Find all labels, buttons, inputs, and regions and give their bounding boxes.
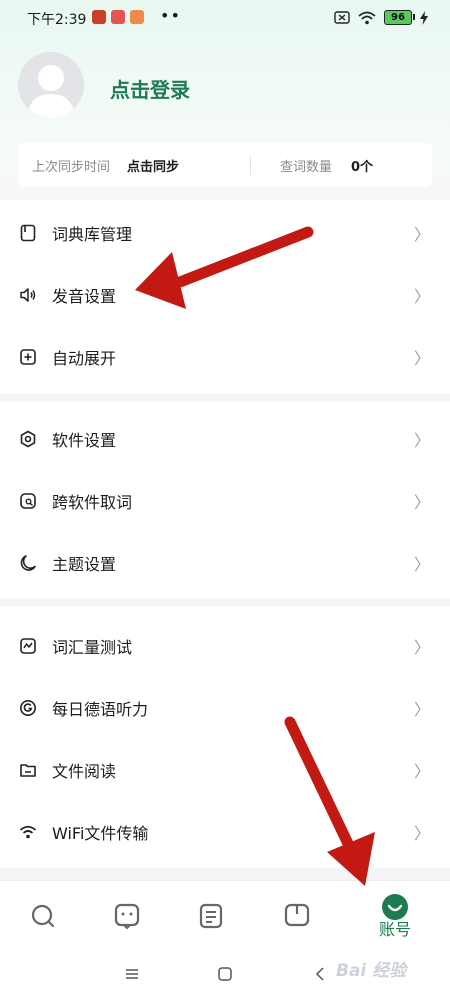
menu-item-dictionary-management[interactable]: 词典库管理 〉 [0, 202, 450, 264]
back-icon[interactable] [312, 966, 328, 982]
app-notification-icon [111, 10, 125, 24]
last-sync-label: 上次同步时间 [32, 159, 111, 175]
nav-wordbook-icon[interactable] [282, 901, 312, 931]
more-notifications-icon: •• [160, 6, 181, 25]
avatar[interactable] [18, 52, 84, 118]
menu-item-label: 每日德语听力 [52, 700, 149, 719]
app-notification-icon [130, 10, 144, 24]
chevron-right-icon: 〉 [413, 700, 430, 719]
menu-item-software-settings[interactable]: 软件设置 〉 [0, 408, 450, 470]
chevron-right-icon: 〉 [413, 225, 430, 244]
nav-translate-icon[interactable] [112, 901, 142, 931]
status-time: 下午2:39 [27, 12, 87, 28]
chevron-right-icon: 〉 [413, 493, 430, 512]
menu-item-vocabulary-test[interactable]: 词汇量测试 〉 [0, 615, 450, 677]
book-icon [20, 224, 36, 242]
menu-item-label: 词典库管理 [52, 225, 133, 244]
nav-account-label[interactable]: 账号 [379, 916, 411, 940]
app-notification-icon [92, 10, 106, 24]
login-link[interactable]: 点击登录 [110, 74, 190, 103]
speaker-icon [20, 288, 36, 302]
menu-item-label: 词汇量测试 [52, 638, 133, 657]
battery-indicator: 96 [384, 10, 415, 25]
nav-search-icon[interactable] [28, 901, 58, 931]
menu-group-settings: 软件设置 〉 跨软件取词 〉 主题设置 〉 [0, 402, 450, 598]
plus-box-icon [20, 349, 36, 365]
folder-icon [20, 764, 36, 777]
chevron-right-icon: 〉 [413, 638, 430, 657]
menu-item-cross-app-lookup[interactable]: 跨软件取词 〉 [0, 470, 450, 532]
system-navigation-bar: Bai 经验 [0, 952, 450, 1000]
menu-group-tools: 词汇量测试 〉 每日德语听力 〉 文件阅读 〉 WiFi文件传输 〉 [0, 606, 450, 868]
notification-icons [92, 10, 144, 24]
divider [250, 155, 251, 175]
sim-off-icon [334, 11, 350, 24]
menu-item-pronunciation-settings[interactable]: 发音设置 〉 [0, 264, 450, 326]
menu-icon[interactable] [124, 966, 140, 982]
chevron-right-icon: 〉 [413, 287, 430, 306]
search-box-icon [20, 493, 36, 509]
chevron-right-icon: 〉 [413, 555, 430, 574]
menu-item-label: WiFi文件传输 [52, 824, 149, 843]
menu-item-theme-settings[interactable]: 主题设置 〉 [0, 532, 450, 594]
status-bar: 下午2:39 •• 96 [0, 0, 450, 36]
menu-item-daily-listening[interactable]: 每日德语听力 〉 [0, 677, 450, 739]
default-avatar-icon [27, 65, 75, 118]
sync-card: 上次同步时间 点击同步 查词数量 0个 [18, 143, 432, 187]
german-icon [20, 700, 36, 716]
menu-item-label: 跨软件取词 [52, 493, 133, 512]
wifi-icon [19, 825, 37, 839]
status-indicators: 96 [334, 10, 428, 25]
wifi-signal-icon [358, 11, 376, 24]
chevron-right-icon: 〉 [413, 349, 430, 368]
moon-icon [20, 555, 36, 571]
menu-item-label: 发音设置 [52, 287, 117, 306]
chevron-right-icon: 〉 [413, 824, 430, 843]
charging-icon [420, 10, 428, 25]
profile-section[interactable] [18, 52, 84, 118]
sync-button[interactable]: 点击同步 [127, 156, 179, 175]
menu-item-label: 自动展开 [52, 349, 117, 368]
menu-item-label: 主题设置 [52, 555, 117, 574]
menu-item-label: 文件阅读 [52, 762, 117, 781]
nav-notes-icon[interactable] [196, 901, 226, 931]
lookup-count-value: 0个 [351, 159, 374, 175]
menu-group-dictionary: 词典库管理 〉 发音设置 〉 自动展开 〉 [0, 200, 450, 394]
wave-icon [20, 638, 36, 654]
menu-item-wifi-transfer[interactable]: WiFi文件传输 〉 [0, 801, 450, 863]
hexagon-icon [20, 430, 36, 448]
menu-item-label: 软件设置 [52, 431, 117, 450]
home-icon[interactable] [217, 966, 233, 982]
watermark: Bai 经验 [336, 956, 406, 981]
watermark-text: Bai 经验 [336, 961, 407, 981]
chevron-right-icon: 〉 [413, 431, 430, 450]
menu-item-file-reading[interactable]: 文件阅读 〉 [0, 739, 450, 801]
chevron-right-icon: 〉 [413, 762, 430, 781]
lookup-count-label: 查词数量 [280, 159, 333, 175]
menu-item-auto-expand[interactable]: 自动展开 〉 [0, 326, 450, 388]
